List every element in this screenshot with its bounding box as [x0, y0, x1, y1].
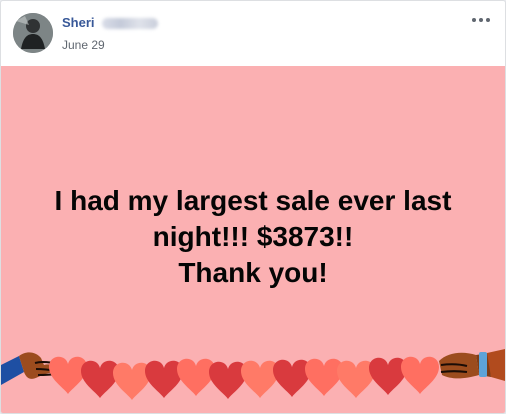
avatar-photo-icon — [13, 13, 53, 53]
ellipsis-icon — [479, 18, 483, 22]
message-line: I had my largest sale ever last — [54, 185, 452, 216]
post-message: I had my largest sale ever last night!!!… — [21, 183, 485, 291]
message-line: Thank you! — [178, 257, 328, 288]
author-avatar[interactable] — [13, 13, 53, 53]
heart-chain — [49, 356, 439, 400]
ellipsis-icon — [486, 18, 490, 22]
left-hand-illustration — [1, 352, 58, 385]
author-first-name[interactable]: Sheri — [62, 15, 95, 30]
author-name[interactable]: Sheri — [62, 15, 159, 30]
more-options-button[interactable] — [469, 9, 493, 29]
post-date[interactable]: June 29 — [62, 38, 105, 52]
ellipsis-icon — [472, 18, 476, 22]
right-hand-illustration — [439, 349, 505, 381]
post-header: Sheri June 29 — [1, 1, 505, 65]
blurred-last-name — [102, 18, 159, 30]
heart-chain-illustration — [1, 349, 505, 400]
message-line: night!!! $3873!! — [152, 221, 354, 252]
post-background: I had my largest sale ever last night!!!… — [1, 66, 505, 413]
post-card: Sheri June 29 I had my largest sale ever… — [0, 0, 506, 414]
